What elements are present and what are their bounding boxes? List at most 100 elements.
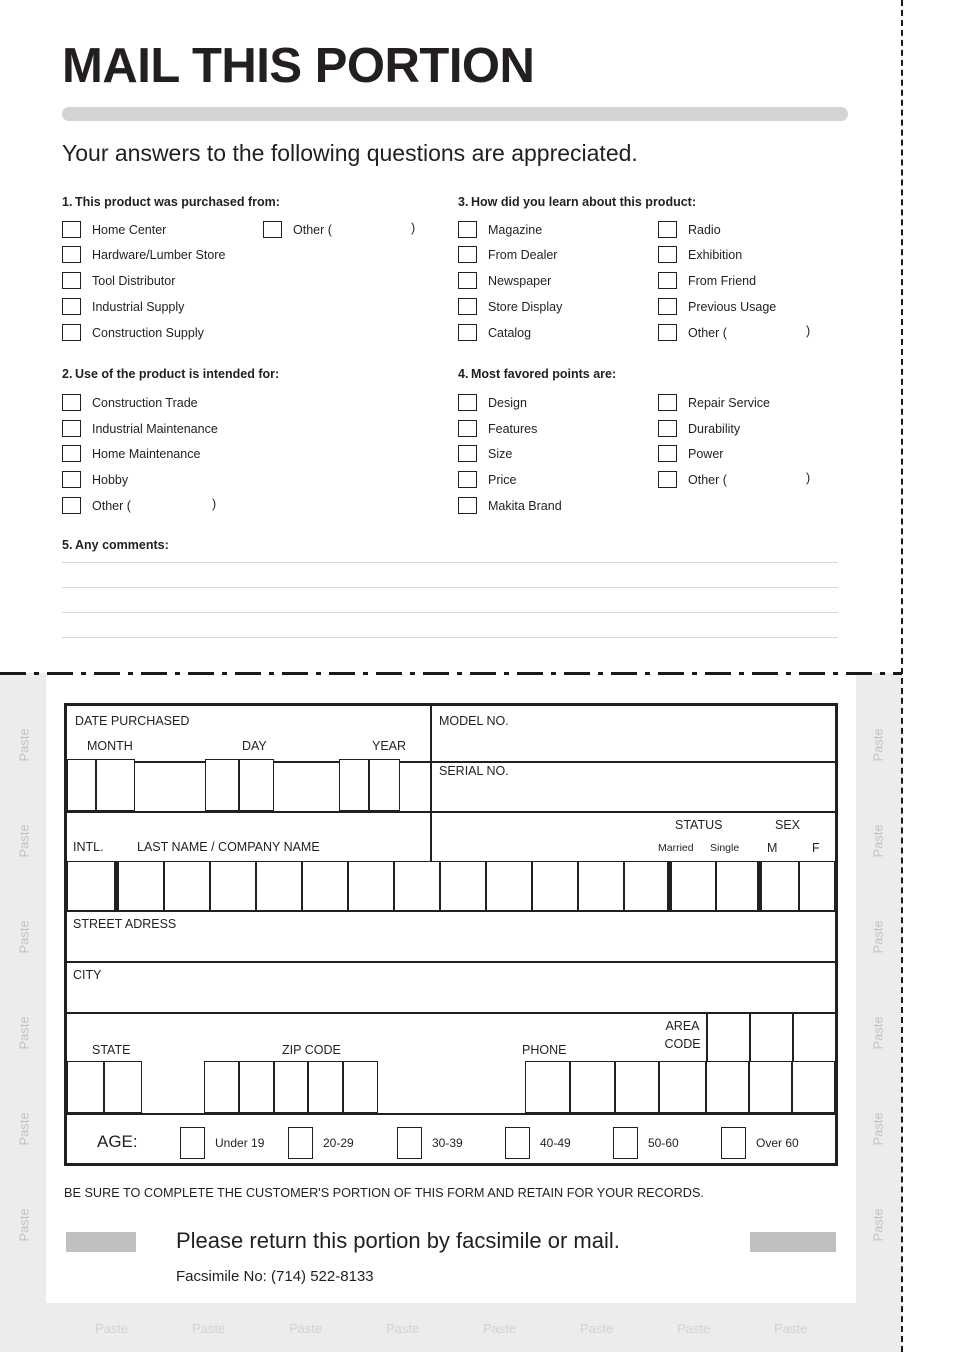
checkbox-icon[interactable]	[658, 324, 677, 341]
checkbox-row-from-dealer[interactable]: From Dealer	[458, 246, 557, 263]
year-cell-2[interactable]	[369, 759, 400, 811]
checkbox-icon[interactable]	[458, 394, 477, 411]
sex-cell-female[interactable]	[799, 861, 835, 911]
checkbox-icon[interactable]	[62, 394, 81, 411]
checkbox-icon[interactable]	[458, 445, 477, 462]
checkbox-row-home-center[interactable]: Home Center	[62, 221, 166, 238]
checkbox-row-makita-brand[interactable]: Makita Brand	[458, 497, 562, 514]
checkbox-row-industrial-maintenance[interactable]: Industrial Maintenance	[62, 420, 218, 437]
name-cell-6[interactable]	[348, 861, 394, 911]
phone-cell-4[interactable]	[659, 1061, 706, 1113]
name-cell-10[interactable]	[532, 861, 578, 911]
checkbox-icon[interactable]	[458, 420, 477, 437]
checkbox-icon[interactable]	[62, 497, 81, 514]
status-cell-single[interactable]	[716, 861, 760, 911]
checkbox-icon[interactable]	[658, 471, 677, 488]
day-cell-1[interactable]	[205, 759, 239, 811]
comment-line-1[interactable]	[62, 562, 838, 563]
state-cell-2[interactable]	[104, 1061, 142, 1113]
checkbox-icon[interactable]	[62, 272, 81, 289]
checkbox-icon[interactable]	[658, 246, 677, 263]
name-cell-11[interactable]	[578, 861, 624, 911]
checkbox-icon[interactable]	[62, 246, 81, 263]
checkbox-icon[interactable]	[458, 221, 477, 238]
age-checkbox-50-60[interactable]	[613, 1127, 638, 1159]
age-checkbox-40-49[interactable]	[505, 1127, 530, 1159]
checkbox-row-repair-service[interactable]: Repair Service	[658, 394, 770, 411]
checkbox-row-exhibition[interactable]: Exhibition	[658, 246, 742, 263]
checkbox-row-industrial-supply[interactable]: Industrial Supply	[62, 298, 184, 315]
checkbox-icon[interactable]	[62, 420, 81, 437]
checkbox-row-store-display[interactable]: Store Display	[458, 298, 562, 315]
name-cell-7[interactable]	[394, 861, 440, 911]
checkbox-row-q1-other[interactable]: Other (	[263, 221, 332, 238]
phone-cell-2[interactable]	[570, 1061, 615, 1113]
checkbox-row-magazine[interactable]: Magazine	[458, 221, 542, 238]
zip-cell-2[interactable]	[239, 1061, 274, 1113]
checkbox-row-design[interactable]: Design	[458, 394, 527, 411]
checkbox-row-price[interactable]: Price	[458, 471, 516, 488]
checkbox-row-power[interactable]: Power	[658, 445, 723, 462]
name-cell-3[interactable]	[210, 861, 256, 911]
month-cell-1[interactable]	[67, 759, 96, 811]
status-cell-married[interactable]	[671, 861, 716, 911]
checkbox-icon[interactable]	[658, 394, 677, 411]
checkbox-row-construction-supply[interactable]: Construction Supply	[62, 324, 204, 341]
state-cell-1[interactable]	[67, 1061, 104, 1113]
age-checkbox-over-60[interactable]	[721, 1127, 746, 1159]
zip-cell-5[interactable]	[343, 1061, 378, 1113]
phone-cell-1[interactable]	[525, 1061, 570, 1113]
phone-cell-6[interactable]	[749, 1061, 792, 1113]
checkbox-row-q3-other[interactable]: Other (	[658, 324, 727, 341]
checkbox-row-catalog[interactable]: Catalog	[458, 324, 531, 341]
checkbox-icon[interactable]	[458, 324, 477, 341]
checkbox-icon[interactable]	[458, 272, 477, 289]
checkbox-icon[interactable]	[263, 221, 282, 238]
zip-cell-3[interactable]	[274, 1061, 308, 1113]
checkbox-row-newspaper[interactable]: Newspaper	[458, 272, 551, 289]
checkbox-row-previous-usage[interactable]: Previous Usage	[658, 298, 776, 315]
name-cell-1[interactable]	[118, 861, 164, 911]
checkbox-icon[interactable]	[62, 298, 81, 315]
month-cell-2[interactable]	[96, 759, 135, 811]
checkbox-icon[interactable]	[658, 420, 677, 437]
checkbox-row-from-friend[interactable]: From Friend	[658, 272, 756, 289]
checkbox-row-construction-trade[interactable]: Construction Trade	[62, 394, 198, 411]
checkbox-row-size[interactable]: Size	[458, 445, 512, 462]
phone-cell-7[interactable]	[792, 1061, 835, 1113]
checkbox-icon[interactable]	[62, 324, 81, 341]
checkbox-icon[interactable]	[658, 221, 677, 238]
name-cell-5[interactable]	[302, 861, 348, 911]
checkbox-row-q4-other[interactable]: Other (	[658, 471, 727, 488]
sex-cell-male[interactable]	[761, 861, 799, 911]
checkbox-icon[interactable]	[658, 272, 677, 289]
name-cell-2[interactable]	[164, 861, 210, 911]
year-cell-1[interactable]	[339, 759, 369, 811]
name-cell-intl[interactable]	[67, 861, 115, 911]
checkbox-icon[interactable]	[458, 471, 477, 488]
checkbox-row-features[interactable]: Features	[458, 420, 537, 437]
checkbox-icon[interactable]	[62, 221, 81, 238]
checkbox-icon[interactable]	[658, 445, 677, 462]
checkbox-row-q2-other[interactable]: Other (	[62, 497, 131, 514]
age-checkbox-30-39[interactable]	[397, 1127, 422, 1159]
checkbox-icon[interactable]	[62, 471, 81, 488]
age-checkbox-20-29[interactable]	[288, 1127, 313, 1159]
checkbox-icon[interactable]	[458, 298, 477, 315]
checkbox-icon[interactable]	[458, 246, 477, 263]
checkbox-icon[interactable]	[62, 445, 81, 462]
checkbox-icon[interactable]	[458, 497, 477, 514]
phone-cell-3[interactable]	[615, 1061, 659, 1113]
day-cell-2[interactable]	[239, 759, 274, 811]
name-cell-9[interactable]	[486, 861, 532, 911]
name-cell-12[interactable]	[624, 861, 670, 911]
zip-cell-4[interactable]	[308, 1061, 343, 1113]
name-cell-8[interactable]	[440, 861, 486, 911]
name-cell-4[interactable]	[256, 861, 302, 911]
comment-line-2[interactable]	[62, 587, 838, 588]
comment-line-4[interactable]	[62, 637, 838, 638]
checkbox-icon[interactable]	[658, 298, 677, 315]
checkbox-row-durability[interactable]: Durability	[658, 420, 740, 437]
phone-cell-5[interactable]	[706, 1061, 749, 1113]
checkbox-row-radio[interactable]: Radio	[658, 221, 721, 238]
